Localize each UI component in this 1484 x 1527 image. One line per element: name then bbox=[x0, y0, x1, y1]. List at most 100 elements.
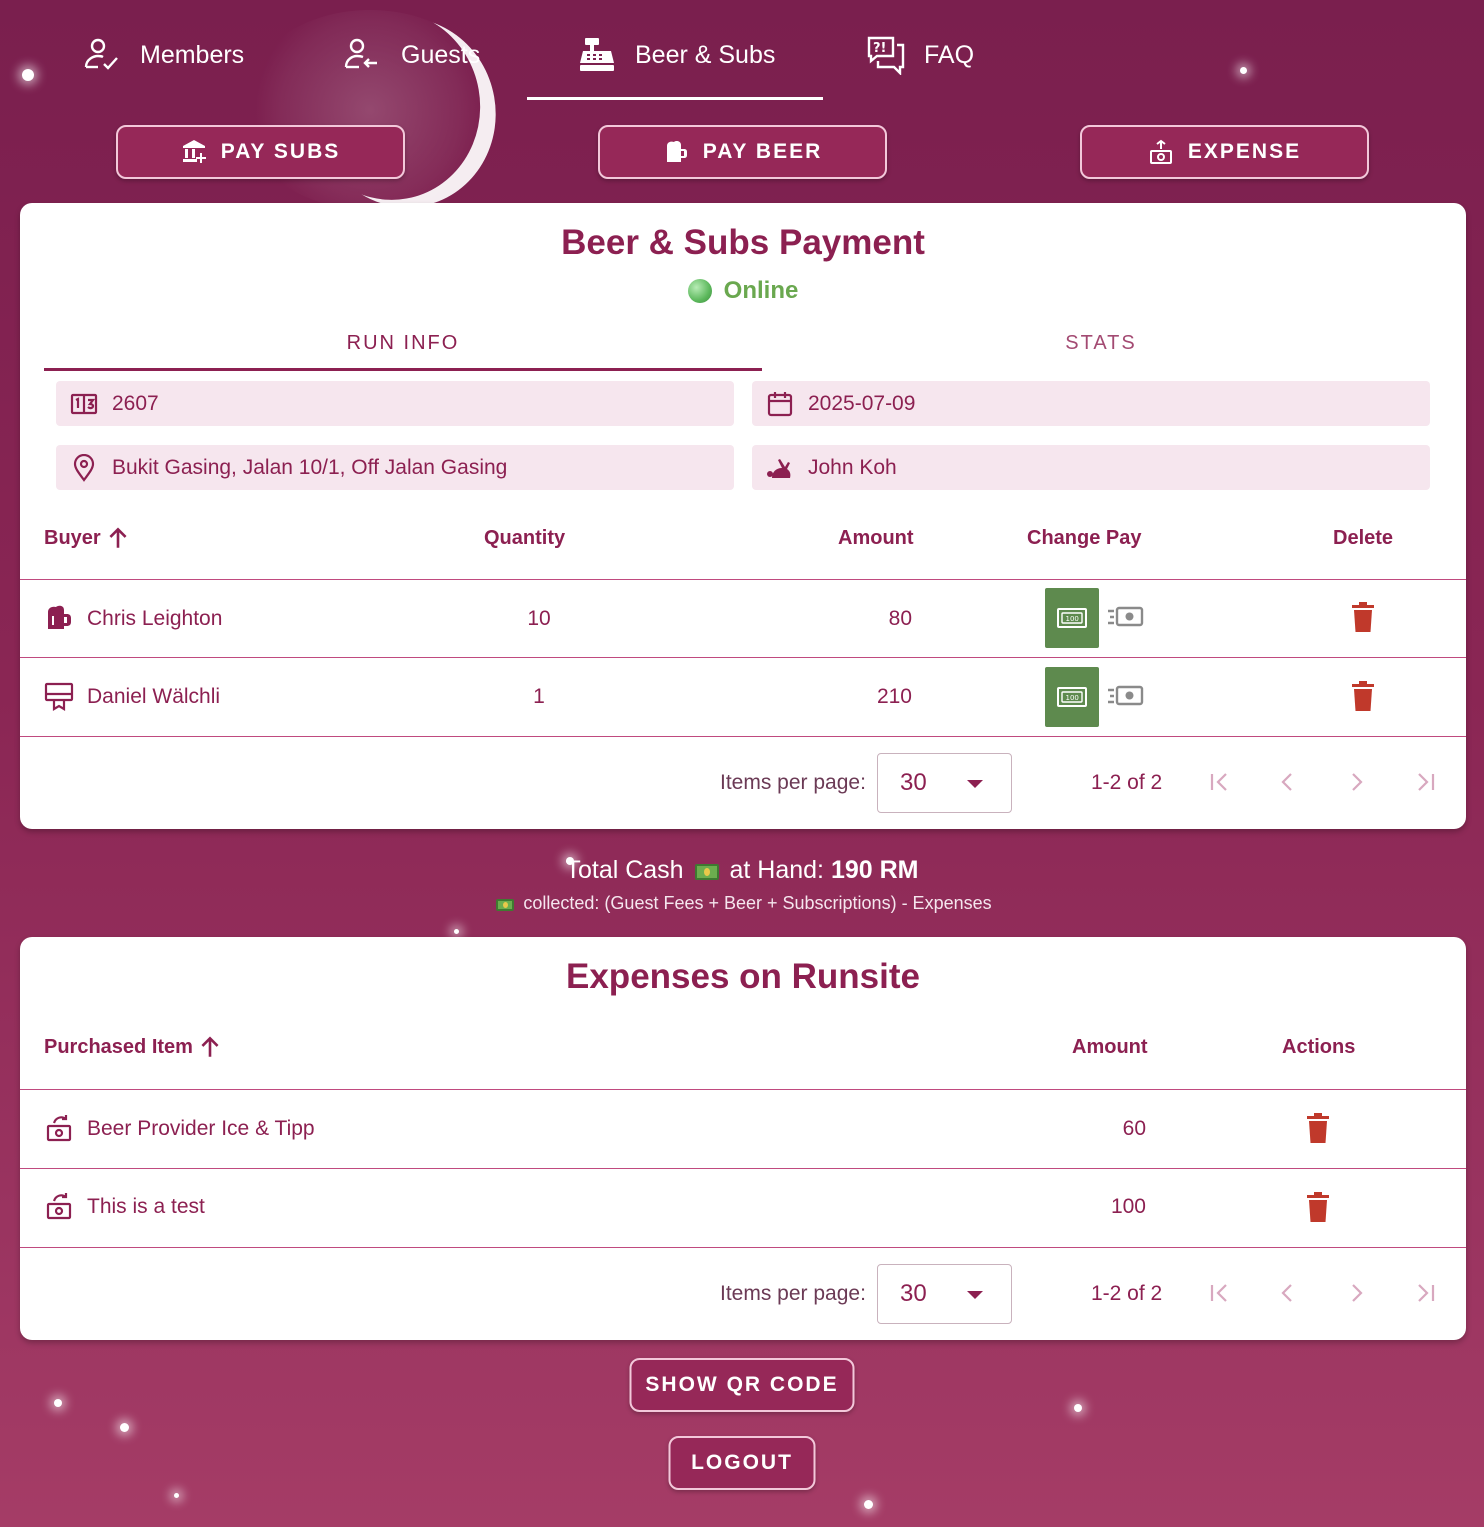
expenses-card: Expenses on Runsite Purchased Item Amoun… bbox=[20, 937, 1466, 1340]
expense-item-name: This is a test bbox=[87, 1195, 205, 1218]
pager-range: 1-2 of 2 bbox=[1091, 1282, 1163, 1305]
beer-mug-icon bbox=[666, 141, 687, 162]
next-page-button[interactable] bbox=[1336, 762, 1376, 802]
total-cash-note-text: collected: (Guest Fees + Beer + Subscrip… bbox=[523, 893, 992, 913]
location-pin-icon bbox=[73, 453, 95, 482]
table-divider bbox=[20, 1168, 1466, 1169]
column-header-purchased-item[interactable]: Purchased Item bbox=[44, 1034, 223, 1060]
calendar-icon bbox=[767, 391, 793, 416]
column-header-amount[interactable]: Amount bbox=[1072, 1036, 1148, 1059]
dropdown-caret-icon bbox=[967, 1291, 983, 1299]
online-pay-button[interactable] bbox=[1106, 684, 1144, 713]
nav-tab-members[interactable]: Members bbox=[82, 20, 244, 100]
sort-arrow-up-icon bbox=[109, 527, 127, 548]
delete-icon[interactable] bbox=[1306, 1113, 1330, 1148]
items-per-page-value: 30 bbox=[900, 769, 927, 796]
column-header-actions: Actions bbox=[1282, 1036, 1356, 1058]
buyer-name: Chris Leighton bbox=[87, 607, 223, 630]
expense-icon bbox=[44, 1191, 74, 1226]
star-icon bbox=[1074, 1404, 1082, 1412]
payment-card-title: Beer & Subs Payment bbox=[561, 223, 925, 262]
run-number-field: 2607 bbox=[56, 381, 734, 426]
cash-pay-button[interactable]: 100 bbox=[1045, 667, 1099, 727]
expense-item-name: Beer Provider Ice & Tipp bbox=[87, 1117, 315, 1140]
items-per-page-label: Items per page: bbox=[720, 1282, 866, 1305]
tab-stats[interactable]: STATS bbox=[742, 325, 1460, 371]
nav-tab-faq[interactable]: ?! FAQ bbox=[866, 20, 974, 100]
pay-subs-label: PAY SUBS bbox=[220, 140, 341, 163]
last-page-button[interactable] bbox=[1405, 762, 1445, 802]
column-header-delete: Delete bbox=[1333, 527, 1394, 549]
cash-bill-icon: 100 bbox=[1057, 687, 1087, 707]
expense-amount: 60 bbox=[1122, 1117, 1146, 1140]
svg-text:100: 100 bbox=[1066, 615, 1079, 623]
logout-button[interactable]: LOGOUT bbox=[668, 1436, 816, 1490]
sort-arrow-up-icon bbox=[201, 1036, 219, 1057]
chevron-right-icon bbox=[1352, 773, 1363, 791]
first-page-button[interactable] bbox=[1200, 762, 1240, 802]
first-page-icon bbox=[1210, 1284, 1227, 1302]
fast-money-icon bbox=[1108, 685, 1144, 706]
cash-bill-icon: 100 bbox=[1057, 608, 1087, 628]
first-page-button[interactable] bbox=[1200, 1273, 1240, 1313]
total-cash-prefix: Total Cash bbox=[565, 856, 684, 884]
previous-page-button[interactable] bbox=[1268, 1273, 1308, 1313]
table-divider bbox=[20, 1089, 1466, 1090]
bank-icon bbox=[182, 140, 206, 163]
table-divider bbox=[20, 1247, 1466, 1248]
money-icon bbox=[694, 864, 719, 880]
run-date-field: 2025-07-09 bbox=[752, 381, 1430, 426]
previous-page-button[interactable] bbox=[1268, 762, 1308, 802]
online-pay-button[interactable] bbox=[1106, 605, 1144, 634]
expense-icon bbox=[44, 1113, 74, 1148]
card-tabs: RUN INFO STATS bbox=[44, 325, 1442, 371]
expense-button[interactable]: EXPENSE bbox=[1080, 125, 1369, 179]
nav-tab-guests[interactable]: Guests bbox=[343, 20, 480, 100]
subscription-icon bbox=[44, 681, 74, 716]
items-per-page-select[interactable]: 30 bbox=[877, 1264, 1012, 1324]
delete-icon[interactable] bbox=[1351, 602, 1375, 637]
pay-beer-button[interactable]: PAY BEER bbox=[598, 125, 887, 179]
tab-run-info[interactable]: RUN INFO bbox=[44, 325, 762, 371]
delete-icon[interactable] bbox=[1306, 1192, 1330, 1227]
pay-beer-label: PAY BEER bbox=[702, 140, 823, 163]
nav-tab-beer-subs[interactable]: Beer & Subs bbox=[526, 20, 824, 100]
status-label: Online bbox=[723, 277, 799, 304]
star-icon bbox=[120, 1423, 129, 1432]
chevron-left-icon bbox=[1281, 1284, 1292, 1302]
fast-money-icon bbox=[1108, 606, 1144, 627]
total-cash-value: 190 RM bbox=[830, 856, 919, 884]
nav-tab-label: Beer & Subs bbox=[635, 40, 776, 69]
total-cash: Total Cash at Hand: 190 RM bbox=[0, 856, 1484, 885]
next-page-button[interactable] bbox=[1336, 1273, 1376, 1313]
pay-subs-button[interactable]: PAY SUBS bbox=[116, 125, 405, 179]
column-header-change-pay: Change Pay bbox=[1027, 527, 1142, 549]
last-page-icon bbox=[1418, 773, 1435, 791]
column-header-amount[interactable]: Amount bbox=[838, 527, 914, 550]
nav-tab-label: FAQ bbox=[924, 40, 975, 69]
buyer-name: Daniel Wälchli bbox=[87, 685, 221, 708]
hare-value: John Koh bbox=[808, 455, 897, 479]
star-icon bbox=[54, 1399, 62, 1407]
total-cash-middle: at Hand: bbox=[729, 856, 825, 884]
expenses-card-title: Expenses on Runsite bbox=[566, 957, 920, 996]
connection-status: Online bbox=[20, 277, 1466, 305]
items-per-page-value: 30 bbox=[900, 1280, 927, 1307]
last-page-button[interactable] bbox=[1405, 1273, 1445, 1313]
column-header-quantity[interactable]: Quantity bbox=[484, 527, 565, 550]
expense-amount: 100 bbox=[1110, 1195, 1146, 1218]
last-page-icon bbox=[1418, 1284, 1435, 1302]
star-icon bbox=[454, 929, 459, 934]
rabbit-icon bbox=[767, 458, 791, 478]
location-value: Bukit Gasing, Jalan 10/1, Off Jalan Gasi… bbox=[112, 455, 508, 479]
first-page-icon bbox=[1210, 773, 1227, 791]
delete-icon[interactable] bbox=[1351, 681, 1375, 716]
items-per-page-select[interactable]: 30 bbox=[877, 753, 1012, 813]
dropdown-caret-icon bbox=[967, 780, 983, 788]
svg-text:?!: ?! bbox=[873, 41, 886, 56]
cash-pay-button[interactable]: 100 bbox=[1045, 588, 1099, 648]
location-field: Bukit Gasing, Jalan 10/1, Off Jalan Gasi… bbox=[56, 445, 734, 490]
column-header-buyer[interactable]: Buyer bbox=[44, 525, 131, 551]
show-qr-code-button[interactable]: SHOW QR CODE bbox=[629, 1358, 855, 1412]
buyer-header-label: Buyer bbox=[44, 526, 101, 549]
